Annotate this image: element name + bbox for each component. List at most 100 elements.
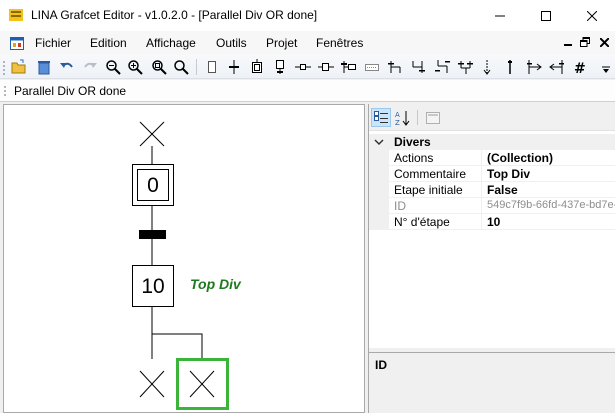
zoom-reset-button[interactable] xyxy=(173,59,189,75)
menu-edition[interactable]: Edition xyxy=(90,36,127,50)
document-tab[interactable]: Parallel Div OR done xyxy=(14,84,126,98)
action-icon xyxy=(341,61,356,73)
transition-bar[interactable] xyxy=(139,230,166,239)
link-end-cross-selected[interactable] xyxy=(176,358,229,410)
grid-button[interactable]: # xyxy=(572,59,588,75)
zoom-out-button[interactable] xyxy=(105,59,121,75)
minimize-icon xyxy=(495,15,505,16)
property-row-commentaire[interactable]: Commentaire Top Div xyxy=(369,166,615,182)
grafcet-diagram xyxy=(132,121,229,410)
categorized-button[interactable] xyxy=(371,108,391,127)
main-toolbar: # xyxy=(0,55,615,79)
convergence-or-icon xyxy=(458,61,473,74)
open-folder-button[interactable] xyxy=(11,59,27,75)
goto-button[interactable] xyxy=(526,59,542,75)
menu-bar: Fichier Edition Affichage Outils Projet … xyxy=(0,31,615,55)
delete-button[interactable] xyxy=(36,59,52,75)
column-divider xyxy=(481,182,482,198)
transition-button[interactable] xyxy=(226,59,242,75)
step-number-10: 10 xyxy=(141,275,165,298)
jump-button[interactable] xyxy=(479,59,495,75)
row-gutter xyxy=(369,214,389,230)
step-button[interactable] xyxy=(204,59,220,75)
property-value[interactable]: 549c7f9b-66fd-437e-bd7e- xyxy=(487,199,615,211)
delete-icon xyxy=(38,61,50,75)
maximize-button[interactable] xyxy=(523,0,569,31)
link-end-cross-top[interactable] xyxy=(139,121,165,147)
property-pages-icon xyxy=(426,111,440,124)
property-pages-button[interactable] xyxy=(423,108,443,127)
mdi-document-icon[interactable] xyxy=(10,37,24,50)
zoom-fit-button[interactable] xyxy=(151,59,167,75)
return-button[interactable] xyxy=(549,59,565,75)
link-end-cross-left[interactable] xyxy=(139,370,165,398)
divergence-and-icon xyxy=(388,61,401,73)
mdi-minimize-button[interactable] xyxy=(561,35,575,49)
toolbar-grip-icon xyxy=(3,61,5,75)
divergence-and-button[interactable] xyxy=(387,59,403,75)
props-toolbar-separator xyxy=(417,110,418,125)
maximize-icon xyxy=(541,10,551,21)
column-divider xyxy=(481,214,482,230)
property-value[interactable]: False xyxy=(487,183,615,197)
zoom-reset-icon xyxy=(174,60,189,75)
svg-text:#: # xyxy=(574,61,586,75)
vertical-link-button[interactable] xyxy=(502,59,518,75)
close-icon xyxy=(587,10,597,21)
property-row-numero-etape[interactable]: N° d'étape 10 xyxy=(369,214,615,230)
close-button[interactable] xyxy=(569,0,615,31)
macro-step-button[interactable] xyxy=(272,59,288,75)
redo-button[interactable] xyxy=(82,59,98,75)
property-row-id[interactable]: ID 549c7f9b-66fd-437e-bd7e- xyxy=(369,198,615,214)
row-gutter xyxy=(369,150,389,166)
chevron-down-icon[interactable] xyxy=(373,135,385,149)
zoom-in-icon xyxy=(128,60,143,75)
zoom-in-button[interactable] xyxy=(127,59,143,75)
convergence-or-button[interactable] xyxy=(457,59,473,75)
mdi-restore-button[interactable] xyxy=(578,35,592,49)
property-name: N° d'étape xyxy=(394,215,450,229)
comment-button[interactable] xyxy=(318,59,334,75)
grid-icon: # xyxy=(574,61,586,75)
step-number-0: 0 xyxy=(147,174,159,197)
row-gutter xyxy=(369,166,389,182)
menu-outils[interactable]: Outils xyxy=(216,36,247,50)
window-title: LINA Grafcet Editor - v1.0.2.0 - [Parall… xyxy=(31,8,318,22)
undo-icon xyxy=(60,62,73,68)
description-title: ID xyxy=(375,358,387,372)
property-value[interactable]: Top Div xyxy=(487,167,615,181)
property-value[interactable]: 10 xyxy=(487,215,615,229)
initial-step-icon xyxy=(252,59,262,73)
menu-fichier[interactable]: Fichier xyxy=(35,36,71,50)
properties-panel: AZ Divers Actions (Collection) Commentai… xyxy=(368,104,615,413)
mdi-minimize-icon xyxy=(564,44,572,46)
initial-step-button[interactable] xyxy=(249,59,265,75)
mdi-close-icon xyxy=(599,37,609,47)
svg-text:A: A xyxy=(395,111,400,119)
property-value[interactable]: (Collection) xyxy=(487,151,615,165)
menu-projet[interactable]: Projet xyxy=(266,36,297,50)
mdi-restore-icon xyxy=(580,37,590,47)
label-button[interactable] xyxy=(364,59,380,75)
properties-toolbar: AZ xyxy=(369,104,615,131)
property-row-etape-initiale[interactable]: Etape initiale False xyxy=(369,182,615,198)
convergence-and-button[interactable] xyxy=(410,59,426,75)
menu-affichage[interactable]: Affichage xyxy=(146,36,196,50)
alphabetical-button[interactable]: AZ xyxy=(393,108,413,127)
column-divider xyxy=(481,198,482,214)
toolbar-overflow-button[interactable] xyxy=(600,65,612,75)
step-icon xyxy=(208,61,216,73)
menu-fenetres[interactable]: Fenêtres xyxy=(316,36,363,50)
category-label: Divers xyxy=(394,135,431,149)
category-row[interactable]: Divers xyxy=(369,134,615,150)
property-row-actions[interactable]: Actions (Collection) xyxy=(369,150,615,166)
link-button[interactable] xyxy=(295,59,311,75)
property-name: ID xyxy=(394,199,406,213)
minimize-button[interactable] xyxy=(477,0,523,31)
action-button[interactable] xyxy=(341,59,357,75)
divergence-or-button[interactable] xyxy=(434,59,450,75)
mdi-close-button[interactable] xyxy=(597,35,611,49)
undo-button[interactable] xyxy=(59,59,75,75)
grafcet-canvas[interactable]: 0 10 Top Div xyxy=(3,104,365,413)
divergence-branch xyxy=(152,333,203,359)
